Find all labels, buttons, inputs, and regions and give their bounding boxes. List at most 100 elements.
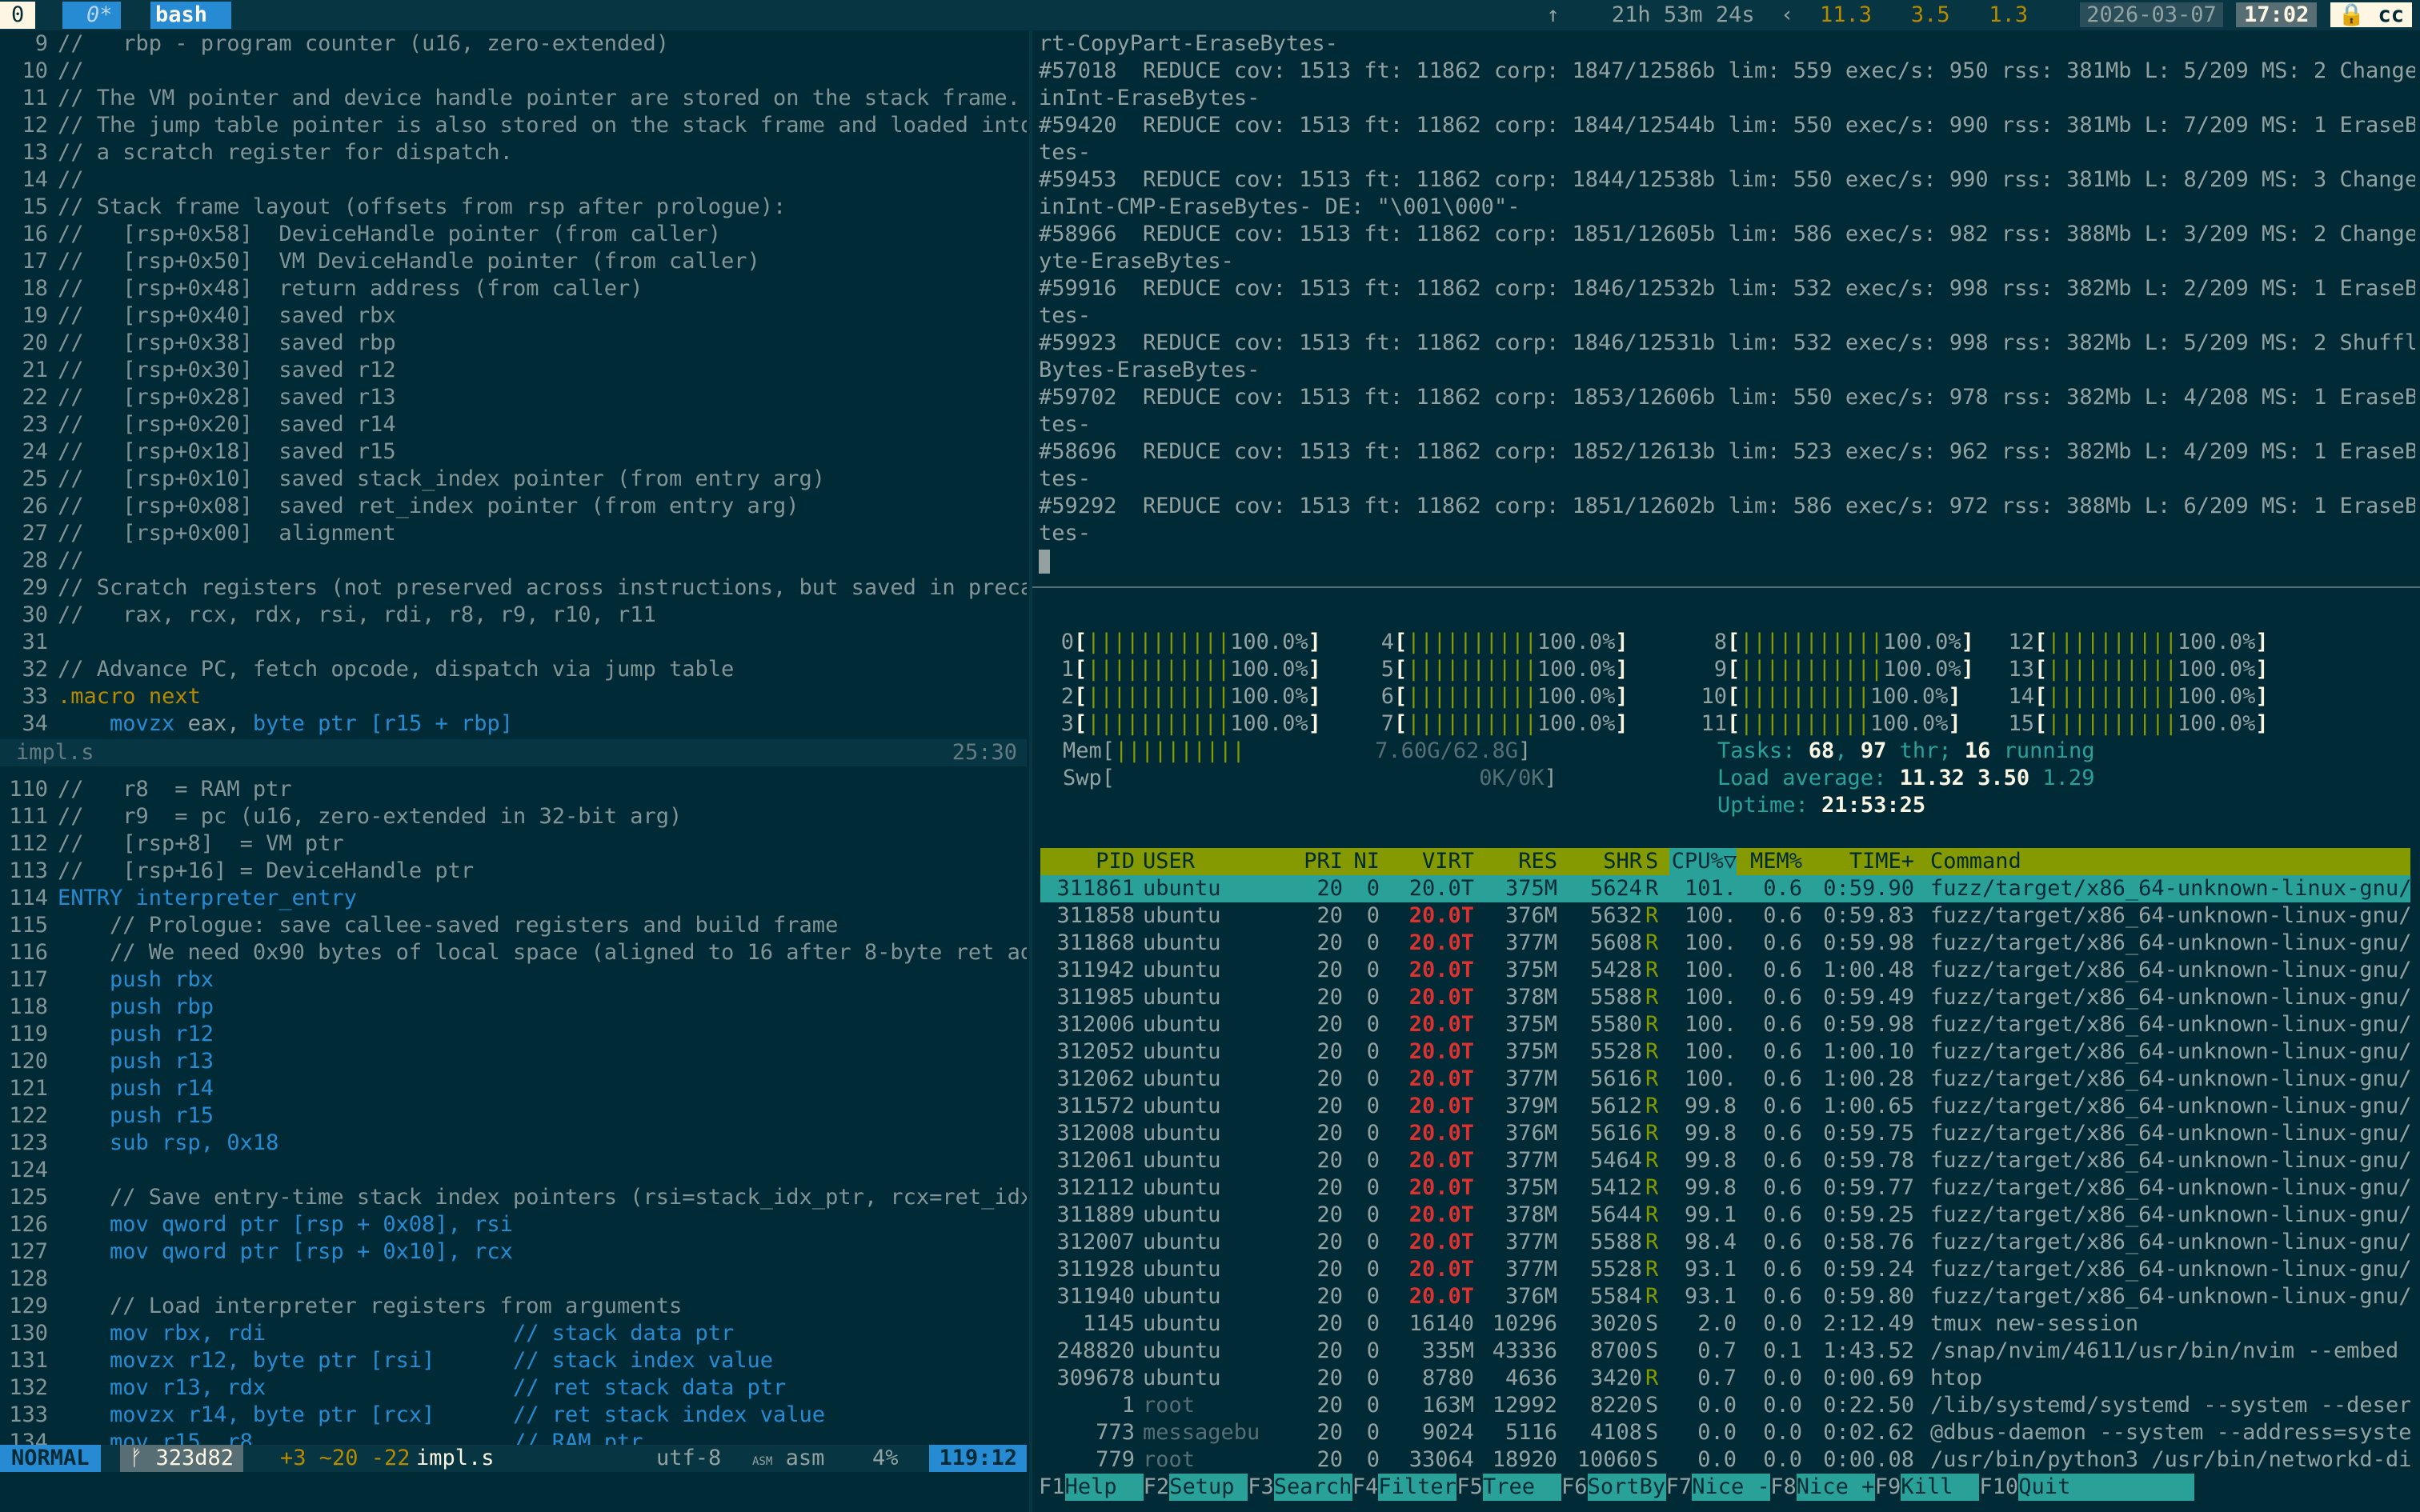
- process-pri: 20: [1316, 930, 1343, 955]
- process-virt: 20.0T: [1408, 958, 1474, 982]
- process-ni: 0: [1366, 1338, 1380, 1363]
- col-res[interactable]: RES: [1474, 848, 1557, 875]
- process-s: R: [1645, 930, 1659, 955]
- tmux-window-marker[interactable]: 0*: [62, 2, 121, 29]
- process-pid: 311928: [1056, 1257, 1135, 1282]
- code-line: 22 // [rsp+0x28] saved r13: [0, 384, 1027, 411]
- process-row[interactable]: 311858 ubuntu 20 0 20.0T 376M 5632 R 100. 0.6 0:59…: [1040, 902, 2410, 930]
- process-row[interactable]: 311985 ubuntu 20 0 20.0T 378M 5588 R 100. 0.6 0:59…: [1040, 984, 2410, 1011]
- fkey-f8[interactable]: F8: [1770, 1474, 1797, 1501]
- col-mem[interactable]: MEM%: [1737, 848, 1802, 875]
- fuzzer-output-pane[interactable]: rt-CopyPart-EraseBytes- #57018 REDUCE cov…: [1039, 30, 2415, 574]
- code-text: movzx r14, byte ptr [rcx] // ret stack i…: [58, 1402, 826, 1427]
- code-text: // [rsp+0x38] saved rbp: [58, 330, 396, 355]
- code-line: 119 push r12: [0, 1021, 1027, 1048]
- process-row[interactable]: 309678 ubuntu 20 0 8780 4636 3420 R 0.7 0.0 0:00.6…: [1040, 1365, 2410, 1392]
- process-time: 0:58.76: [1823, 1230, 1914, 1254]
- process-table-header[interactable]: PID USER PRI NI VIRT RES SHR S CPU%▽ MEM% TIME+ Com…: [1040, 848, 2410, 875]
- col-state[interactable]: S: [1645, 848, 1669, 875]
- process-cpu: 100.: [1684, 985, 1737, 1010]
- process-row[interactable]: 311889 ubuntu 20 0 20.0T 378M 5644 R 99.1 0.6 0:59…: [1040, 1202, 2410, 1229]
- process-row[interactable]: 312062 ubuntu 20 0 20.0T 377M 5616 R 100. 0.6 1:00…: [1040, 1066, 2410, 1093]
- process-row[interactable]: 248820 ubuntu 20 0 335M 43336 8700 S 0.7 0.1 1:43.…: [1040, 1338, 2410, 1365]
- process-row[interactable]: 1145 ubuntu 20 0 16140 10296 3020 S 2.0 0.0 2:12.4…: [1040, 1310, 2410, 1338]
- process-row[interactable]: 312008 ubuntu 20 0 20.0T 376M 5616 R 99.8 0.6 0:59…: [1040, 1120, 2410, 1147]
- vim-bottom-window[interactable]: 110 // r8 = RAM ptr 111 // r9 = pc (u16, ze…: [0, 776, 1027, 1446]
- fkey-f4[interactable]: F4: [1352, 1474, 1379, 1501]
- col-ni[interactable]: NI: [1343, 848, 1380, 875]
- file-percent: 4%: [872, 1446, 899, 1470]
- terminal-cursor-line: [1039, 547, 2415, 574]
- col-shr[interactable]: SHR: [1557, 848, 1642, 875]
- process-row[interactable]: 1 root 20 0 163M 12992 8220 S 0.0 0.0 0:22.50/lib/…: [1040, 1392, 2410, 1419]
- fkey-label[interactable]: SortBy: [1587, 1474, 1666, 1501]
- process-row[interactable]: 312052 ubuntu 20 0 20.0T 375M 5528 R 100. 0.6 1:00…: [1040, 1038, 2410, 1066]
- line-number: 121: [9, 1076, 48, 1101]
- fkey-label[interactable]: Nice +: [1796, 1474, 1875, 1501]
- col-command[interactable]: Command: [1930, 848, 2410, 875]
- code-line: 113 // [rsp+16] = DeviceHandle ptr: [0, 858, 1027, 885]
- col-time[interactable]: TIME+: [1802, 848, 1914, 875]
- process-row[interactable]: 311861 ubuntu 20 0 20.0T 375M 5624 R 101. 0.6 0:59…: [1040, 875, 2410, 902]
- tmux-session-index[interactable]: 0: [0, 2, 36, 29]
- process-row[interactable]: 311868 ubuntu 20 0 20.0T 377M 5608 R 100. 0.6 0:59…: [1040, 930, 2410, 957]
- pane-divider-vertical[interactable]: [1029, 30, 1032, 1512]
- fkey-f6[interactable]: F6: [1561, 1474, 1588, 1501]
- fkey-f10[interactable]: F10: [1979, 1474, 2018, 1501]
- fkey-label[interactable]: Kill: [1901, 1474, 1980, 1501]
- fkey-f9[interactable]: F9: [1875, 1474, 1901, 1501]
- pane-divider-horizontal[interactable]: [1032, 586, 2420, 588]
- meter-bracket: ]: [1948, 684, 1961, 709]
- tmux-window-name[interactable]: bash: [150, 2, 232, 29]
- col-pri[interactable]: PRI: [1263, 848, 1343, 875]
- process-row[interactable]: 773 messagebu 20 0 9024 5116 4108 S 0.0 0.0 0:02.6…: [1040, 1419, 2410, 1446]
- code-text: mov r13, rdx // ret stack data ptr: [58, 1375, 787, 1400]
- operand-mem: [r15 + rbp]: [370, 711, 513, 736]
- cpu-meter: 3[|||||||||||100.0%]: [1039, 710, 1321, 738]
- fkey-label[interactable]: Help: [1064, 1474, 1144, 1501]
- process-virt: 33064: [1408, 1447, 1474, 1472]
- col-user[interactable]: USER: [1143, 848, 1263, 875]
- process-row[interactable]: 311940 ubuntu 20 0 20.0T 376M 5584 R 93.1 0.6 0:59…: [1040, 1283, 2410, 1310]
- fkey-label[interactable]: Search: [1273, 1474, 1352, 1501]
- cpu-percent: 100.0%: [2177, 711, 2256, 736]
- cpu-meter: 12[||||||||||100.0%]: [1999, 629, 2268, 656]
- fkey-label[interactable]: Filter: [1378, 1474, 1457, 1501]
- line-number: 119: [9, 1022, 48, 1046]
- fkey-label[interactable]: Setup: [1169, 1474, 1248, 1501]
- col-virt[interactable]: VIRT: [1380, 848, 1474, 875]
- process-res: 375M: [1504, 1039, 1557, 1064]
- cpu-bar: ||||||||||: [1407, 630, 1537, 654]
- process-row[interactable]: 312006 ubuntu 20 0 20.0T 375M 5580 R 100. 0.6 0:59…: [1040, 1011, 2410, 1038]
- code-line: 127 mov qword ptr [rsp + 0x10], rcx: [0, 1238, 1027, 1266]
- fkey-f7[interactable]: F7: [1666, 1474, 1693, 1501]
- fkey-label[interactable]: Nice -: [1692, 1474, 1771, 1501]
- process-row[interactable]: 779 root 20 0 33064 18920 10060 S 0.0 0.0 0:00.08 /…: [1040, 1446, 2410, 1474]
- process-pri: 20: [1316, 903, 1343, 928]
- fkey-f5[interactable]: F5: [1456, 1474, 1483, 1501]
- code-line: 25 // [rsp+0x10] saved stack_index pointe…: [0, 466, 1027, 493]
- process-s: R: [1645, 1121, 1659, 1146]
- process-row[interactable]: 311572 ubuntu 20 0 20.0T 379M 5612 R 99.8 0.6 1:00…: [1040, 1093, 2410, 1120]
- fkey-f3[interactable]: F3: [1248, 1474, 1274, 1501]
- process-row[interactable]: 311928 ubuntu 20 0 20.0T 377M 5528 R 93.1 0.6 0:59…: [1040, 1256, 2410, 1283]
- fkey-f1[interactable]: F1: [1039, 1474, 1065, 1501]
- col-cpu[interactable]: CPU%▽: [1669, 848, 1737, 875]
- process-cpu: 101.: [1684, 876, 1737, 901]
- process-s: R: [1645, 903, 1659, 928]
- process-row[interactable]: 311942 ubuntu 20 0 20.0T 375M 5428 R 100. 0.6 1:00…: [1040, 957, 2410, 984]
- fkey-label[interactable]: Quit: [2018, 1474, 2195, 1501]
- process-row[interactable]: 312007 ubuntu 20 0 20.0T 377M 5588 R 98.4 0.6 0:58…: [1040, 1229, 2410, 1256]
- fkey-label[interactable]: Tree: [1483, 1474, 1561, 1501]
- running-label: running: [1990, 738, 2095, 763]
- process-pri: 20: [1316, 1066, 1343, 1091]
- meter-bracket: [: [1727, 630, 1741, 654]
- fuzzer-log-line: inInt-CMP-EraseBytes- DE: "\001\000"-: [1039, 194, 1521, 219]
- fkey-f2[interactable]: F2: [1144, 1474, 1170, 1501]
- process-row[interactable]: 312112 ubuntu 20 0 20.0T 375M 5412 R 99.8 0.6 0:59…: [1040, 1174, 2410, 1202]
- col-pid[interactable]: PID: [1040, 848, 1135, 875]
- process-row[interactable]: 312061 ubuntu 20 0 20.0T 377M 5464 R 99.8 0.6 0:59…: [1040, 1147, 2410, 1174]
- process-time: 0:59.24: [1823, 1257, 1914, 1282]
- vim-top-window[interactable]: 9 // rbp - program counter (u16, zero-ext…: [0, 30, 1027, 749]
- process-virt: 20.0T: [1408, 1039, 1474, 1064]
